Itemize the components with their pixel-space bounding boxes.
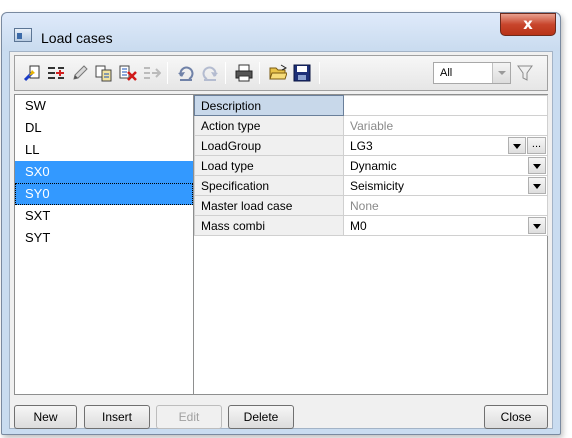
- property-row: Action type Variable: [194, 115, 548, 136]
- property-label: Action type: [194, 115, 344, 136]
- toolbar-separator: [167, 62, 168, 84]
- property-row: LoadGroup LG3...: [194, 135, 548, 156]
- chevron-down-icon[interactable]: [492, 63, 510, 83]
- load-case-list[interactable]: SW DL LL SX0 SY0 SXT SYT: [14, 94, 194, 395]
- new-button[interactable]: New: [14, 405, 77, 429]
- save-icon[interactable]: [293, 64, 311, 82]
- property-value-text: LG3: [350, 138, 373, 153]
- property-row: Description: [194, 95, 548, 116]
- list-item[interactable]: SY0: [15, 183, 193, 205]
- dropdown-arrow-icon[interactable]: [528, 177, 546, 194]
- toolbar-separator: [225, 62, 226, 84]
- list-item[interactable]: SYT: [15, 227, 193, 249]
- property-label: Mass combi: [194, 215, 344, 236]
- property-label: Load type: [194, 155, 344, 176]
- property-value[interactable]: M0: [343, 215, 548, 236]
- dropdown-arrow-icon[interactable]: [528, 157, 546, 174]
- toolbar-separator: [319, 62, 320, 84]
- property-row: Specification Seismicity: [194, 175, 548, 196]
- close-window-button[interactable]: x: [500, 13, 556, 36]
- load-cases-window: Load cases x All SW DL LL SX0 SY0 SXT SY…: [1, 12, 561, 435]
- insert-button[interactable]: Insert: [84, 405, 150, 429]
- property-value: Variable: [343, 115, 548, 136]
- filter-value: All: [440, 67, 453, 79]
- window-icon: [14, 28, 32, 42]
- undo-icon[interactable]: [177, 64, 195, 82]
- funnel-icon[interactable]: [517, 63, 533, 83]
- property-row: Mass combi M0: [194, 215, 548, 236]
- property-label: Description: [194, 95, 344, 116]
- property-grid: Description Action type Variable LoadGroup L…: [194, 94, 548, 395]
- property-row: Master load case None: [194, 195, 548, 216]
- property-value-text: Dynamic: [350, 158, 397, 173]
- window-title: Load cases: [41, 30, 113, 46]
- disabled-insert-icon: [144, 67, 161, 79]
- edit-icon[interactable]: [71, 64, 89, 82]
- list-item[interactable]: LL: [15, 139, 193, 161]
- delete-button[interactable]: Delete: [228, 405, 294, 429]
- property-value: None: [343, 195, 548, 216]
- property-value[interactable]: Seismicity: [343, 175, 548, 196]
- property-value-text: Variable: [350, 118, 394, 133]
- property-value[interactable]: Dynamic: [343, 155, 548, 176]
- browse-button[interactable]: ...: [527, 137, 546, 154]
- copy-icon[interactable]: [95, 64, 113, 82]
- toolbar: All: [14, 55, 548, 91]
- new-case-icon[interactable]: [23, 64, 41, 82]
- property-label: Specification: [194, 175, 344, 196]
- filter-dropdown[interactable]: All: [433, 62, 511, 84]
- property-value-text: None: [350, 198, 379, 213]
- open-folder-icon[interactable]: [269, 64, 287, 82]
- print-icon[interactable]: [235, 64, 253, 82]
- property-value-text: Seismicity: [350, 178, 405, 193]
- close-button[interactable]: Close: [484, 405, 548, 429]
- list-item[interactable]: SW: [15, 95, 193, 117]
- edit-button: Edit: [156, 405, 222, 429]
- property-row: Load type Dynamic: [194, 155, 548, 176]
- list-item[interactable]: DL: [15, 117, 193, 139]
- insert-case-icon[interactable]: [47, 64, 65, 82]
- title-bar[interactable]: Load cases x: [2, 13, 560, 51]
- dialog-client-area: All SW DL LL SX0 SY0 SXT SYT Description Action…: [9, 51, 553, 429]
- dropdown-arrow-icon[interactable]: [528, 217, 546, 234]
- property-label: LoadGroup: [194, 135, 344, 156]
- redo-icon[interactable]: [201, 64, 219, 82]
- property-value[interactable]: LG3...: [343, 135, 548, 156]
- property-value-text: M0: [350, 218, 367, 233]
- list-item[interactable]: SX0: [15, 161, 193, 183]
- toolbar-separator: [259, 62, 260, 84]
- property-value[interactable]: [343, 95, 548, 116]
- list-item[interactable]: SXT: [15, 205, 193, 227]
- dropdown-arrow-icon[interactable]: [508, 137, 526, 154]
- property-label: Master load case: [194, 195, 344, 216]
- delete-icon[interactable]: [119, 64, 137, 82]
